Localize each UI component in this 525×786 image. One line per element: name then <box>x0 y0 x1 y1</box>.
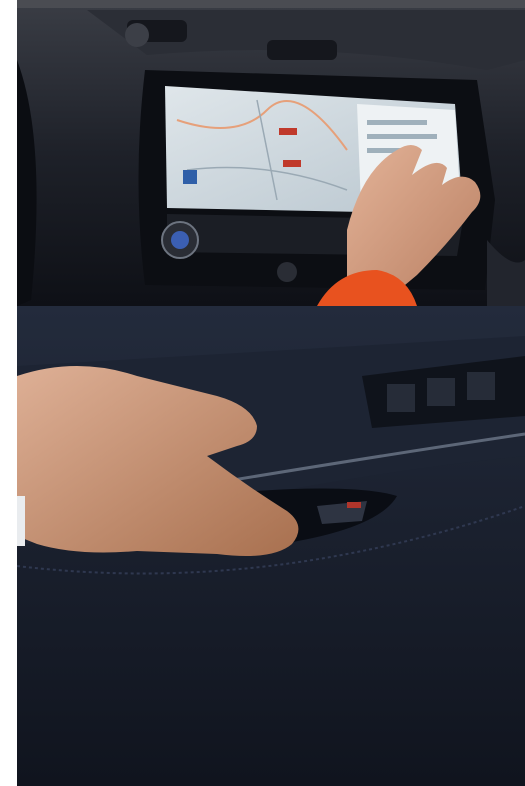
window-switch <box>467 372 495 400</box>
shirt-cuff <box>17 496 25 546</box>
map-pin-red <box>283 160 301 167</box>
tuning-knob <box>277 262 297 282</box>
windshield-edge <box>17 0 525 8</box>
panel-line <box>367 120 427 125</box>
air-vent-center <box>267 40 337 60</box>
screen-app-icon <box>183 170 197 184</box>
panel-line <box>367 134 437 139</box>
window-switch <box>387 384 415 412</box>
door-panel-photo <box>17 306 525 786</box>
handle-red-marker <box>347 502 361 508</box>
vent-knob <box>125 23 149 47</box>
volume-knob-light <box>171 231 189 249</box>
door-panel-scene <box>17 306 525 786</box>
window-switch <box>427 378 455 406</box>
dashboard-touchscreen-photo <box>17 0 525 306</box>
page <box>0 0 525 786</box>
map-pin-red <box>279 128 297 135</box>
dashboard-scene <box>17 0 525 306</box>
